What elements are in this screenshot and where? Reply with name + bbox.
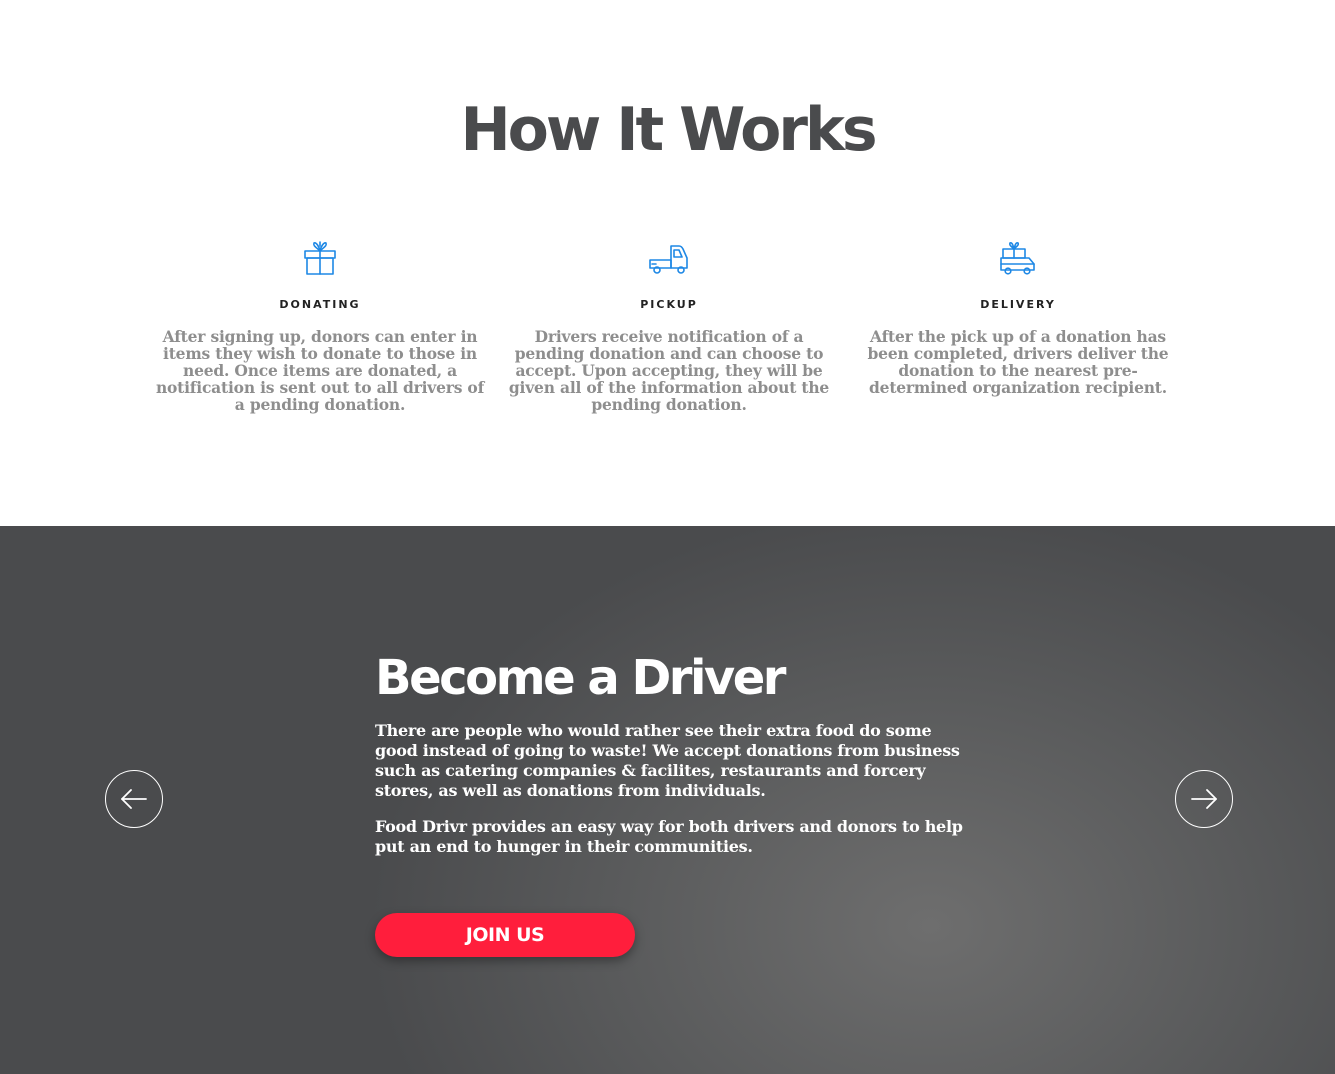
become-driver-title: Become a Driver <box>375 650 786 706</box>
step-delivery: DELIVERY After the pick up of a donation… <box>853 238 1183 396</box>
step-label-pickup: PICKUP <box>640 298 698 311</box>
carousel-prev-button[interactable] <box>105 770 163 828</box>
arrow-left-icon <box>121 789 147 809</box>
pickup-truck-icon <box>649 245 688 274</box>
step-label-delivery: DELIVERY <box>980 298 1056 311</box>
step-text-delivery: After the pick up of a donation has been… <box>867 327 1169 397</box>
driver-paragraph-1: There are people who would rather see th… <box>375 721 960 800</box>
step-text-donating: After signing up, donors can enter in it… <box>155 327 485 414</box>
step-pickup: PICKUP Drivers receive notification of a… <box>504 238 834 413</box>
step-text-pickup: Drivers receive notification of a pendin… <box>508 327 830 414</box>
delivery-van-icon <box>1000 242 1035 275</box>
gift-icon <box>304 241 336 275</box>
join-us-button[interactable]: JOIN US <box>375 913 635 957</box>
arrow-right-icon <box>1191 789 1217 809</box>
become-driver-section: Become a Driver There are people who wou… <box>0 526 1335 1074</box>
driver-paragraph-2: Food Drivr provides an easy way for both… <box>375 817 963 856</box>
how-it-works-title: How It Works <box>460 95 877 165</box>
step-donating: DONATING After signing up, donors can en… <box>155 238 485 413</box>
carousel-next-button[interactable] <box>1175 770 1233 828</box>
how-it-works-section: How It Works DONATING After signing up, … <box>0 0 1335 526</box>
step-label-donating: DONATING <box>279 298 361 311</box>
